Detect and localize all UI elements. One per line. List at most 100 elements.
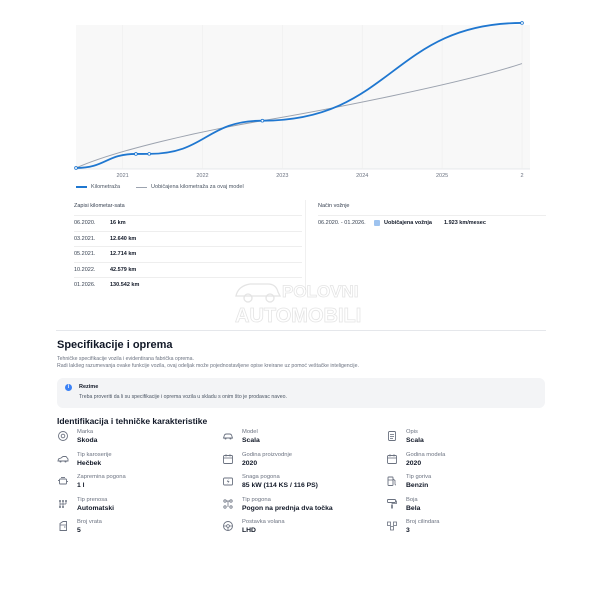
- spec-text: Tip prenosa Automatski: [77, 497, 114, 515]
- mileage-chart: 2021 2022 2023 2024 2025 2: [74, 21, 530, 179]
- paint-roller-icon: [386, 497, 398, 515]
- spec-value: Skoda: [77, 437, 98, 444]
- spec-label: Marka: [77, 429, 94, 435]
- legend-typical[interactable]: Uobičajena kilometraža za ovaj model: [136, 184, 244, 190]
- spec-label: Broj cilindara: [406, 519, 440, 526]
- odometer-readings-title: Zapisi kilometar-sata: [74, 203, 125, 209]
- spec-value: Scala: [406, 437, 424, 444]
- spec-text: Tip goriva Benzin: [406, 474, 431, 492]
- car-body-icon: [57, 452, 69, 470]
- driving-period: 06.2020. - 01.2026.: [318, 220, 366, 227]
- calendar-icon: [386, 452, 398, 470]
- spec-label: Tip pogona: [242, 496, 271, 503]
- x-tick-label: 2023: [276, 173, 288, 179]
- spec-value: 1 l: [77, 482, 85, 490]
- table-row: 03.2021. 12.640 km: [74, 230, 302, 247]
- driving-style-title: Način vožnje: [318, 203, 350, 209]
- spec-text: Zapremina pogona 1 l: [77, 474, 126, 492]
- spec-text: Godina modela 2020: [406, 452, 445, 470]
- watermark-text-line2: AUTOMOBILI: [235, 305, 361, 327]
- spec-label: Model: [242, 429, 258, 435]
- spec-text: Boja Bela: [406, 497, 420, 515]
- spec-item: Tip karoserije Hečbek: [57, 452, 112, 470]
- notice-text: Treba proveriti da li su specifikacije i…: [79, 394, 287, 400]
- summary-notice: i Rezime Treba proveriti da li su specif…: [57, 378, 545, 408]
- spec-item: Snaga pogona 85 kW (114 KS / 116 PS): [222, 474, 318, 492]
- cylinders-icon: [386, 519, 398, 537]
- spec-label: Tip karoserije: [77, 451, 112, 458]
- series-mileage-point[interactable]: [134, 152, 138, 156]
- reading-km: 130.542 km: [110, 282, 140, 289]
- chart-legend: Kilometraža Uobičajena kilometraža za ov…: [76, 184, 244, 190]
- spec-value: 2020: [406, 459, 422, 467]
- spec-text: Tip pogona Pogon na prednja dva točka: [242, 497, 333, 515]
- fuel-pump-icon: [386, 474, 398, 492]
- x-tick-label: 2025: [436, 173, 448, 179]
- spec-label: Postavka volana: [242, 519, 285, 526]
- drivetrain-icon: [222, 497, 234, 515]
- spec-item: Tip goriva Benzin: [386, 474, 431, 492]
- x-tick-label: 2024: [356, 173, 368, 179]
- driving-style-label: Uobičajena vožnja: [384, 220, 432, 227]
- spec-label: Opis: [406, 429, 418, 435]
- spec-text: Broj cilindara 3: [406, 519, 440, 537]
- section-divider: [56, 330, 546, 331]
- legend-mileage[interactable]: Kilometraža: [76, 184, 120, 190]
- table-row: 06.2020. - 01.2026. Uobičajena vožnja 1.…: [318, 215, 546, 231]
- spec-item: Opis Scala: [386, 429, 424, 447]
- spec-value: 3: [406, 527, 410, 535]
- spec-value: 85 kW (114 KS / 116 PS): [242, 482, 318, 490]
- spec-text: Postavka volana LHD: [242, 519, 285, 537]
- spec-label: Zapremina pogona: [77, 474, 126, 481]
- spec-value: Automatski: [77, 504, 115, 512]
- chart-plot-area: [76, 25, 530, 169]
- series-mileage-point[interactable]: [520, 21, 524, 25]
- spec-text: Marka Skoda: [77, 429, 97, 447]
- battery-bolt-icon: [222, 474, 234, 492]
- reading-km: 12.714 km: [110, 251, 137, 258]
- x-tick-label: 2021: [116, 173, 128, 179]
- legend-typical-label: Uobičajena kilometraža za ovaj model: [151, 184, 244, 190]
- spec-label: Godina modela: [406, 451, 446, 458]
- series-mileage-point[interactable]: [74, 166, 78, 170]
- spec-item: Broj cilindara 3: [386, 519, 440, 537]
- spec-label: Boja: [406, 496, 418, 503]
- reading-km: 16 km: [110, 220, 126, 227]
- spec-item: Broj vrata 5: [57, 519, 102, 537]
- gearbox-icon: [57, 497, 69, 515]
- spec-value: Scala: [242, 437, 260, 444]
- spec-value: Pogon na prednja dva točka: [242, 504, 333, 512]
- series-mileage-point[interactable]: [147, 152, 152, 156]
- spec-item: Godina proizvodnje 2020: [222, 452, 292, 470]
- series-mileage-point[interactable]: [260, 118, 265, 123]
- spec-value: 2020: [242, 459, 258, 467]
- subsection-title: Identifikacija i tehničke karakteristike: [57, 416, 208, 426]
- badge-icon: [57, 429, 69, 447]
- spec-value: Bela: [406, 504, 421, 512]
- reading-date: 01.2026.: [74, 282, 96, 289]
- section-title: Specifikacije i oprema: [57, 339, 173, 351]
- spec-label: Tip prenosa: [77, 496, 108, 503]
- watermark-text-line1: POLOVNI: [282, 282, 359, 301]
- door-icon: [57, 519, 69, 537]
- reading-date: 06.2020.: [74, 220, 96, 227]
- info-icon: i: [65, 384, 72, 391]
- reading-date: 05.2021.: [74, 251, 96, 258]
- engine-icon: [57, 474, 69, 492]
- spec-text: Snaga pogona 85 kW (114 KS / 116 PS): [242, 474, 318, 492]
- spec-text: Broj vrata 5: [77, 519, 102, 537]
- spec-item: Zapremina pogona 1 l: [57, 474, 126, 492]
- notice-title: Rezime: [79, 384, 99, 390]
- spec-value: LHD: [242, 527, 256, 535]
- driving-style-value: 1.923 km/mesec: [444, 220, 486, 227]
- spec-label: Tip goriva: [406, 474, 432, 481]
- reading-date: 10.2022.: [74, 266, 96, 273]
- section-description-line2: Radi lakšeg razumevanja ovake funkcije v…: [57, 363, 359, 369]
- spec-text: Model Scala: [242, 429, 260, 447]
- spec-label: Broj vrata: [77, 519, 102, 526]
- spec-text: Opis Scala: [406, 429, 424, 447]
- driving-style-swatch: [374, 220, 380, 227]
- spec-value: Hečbek: [77, 459, 102, 467]
- spec-item: Model Scala: [222, 429, 260, 447]
- spec-text: Godina proizvodnje 2020: [242, 452, 292, 470]
